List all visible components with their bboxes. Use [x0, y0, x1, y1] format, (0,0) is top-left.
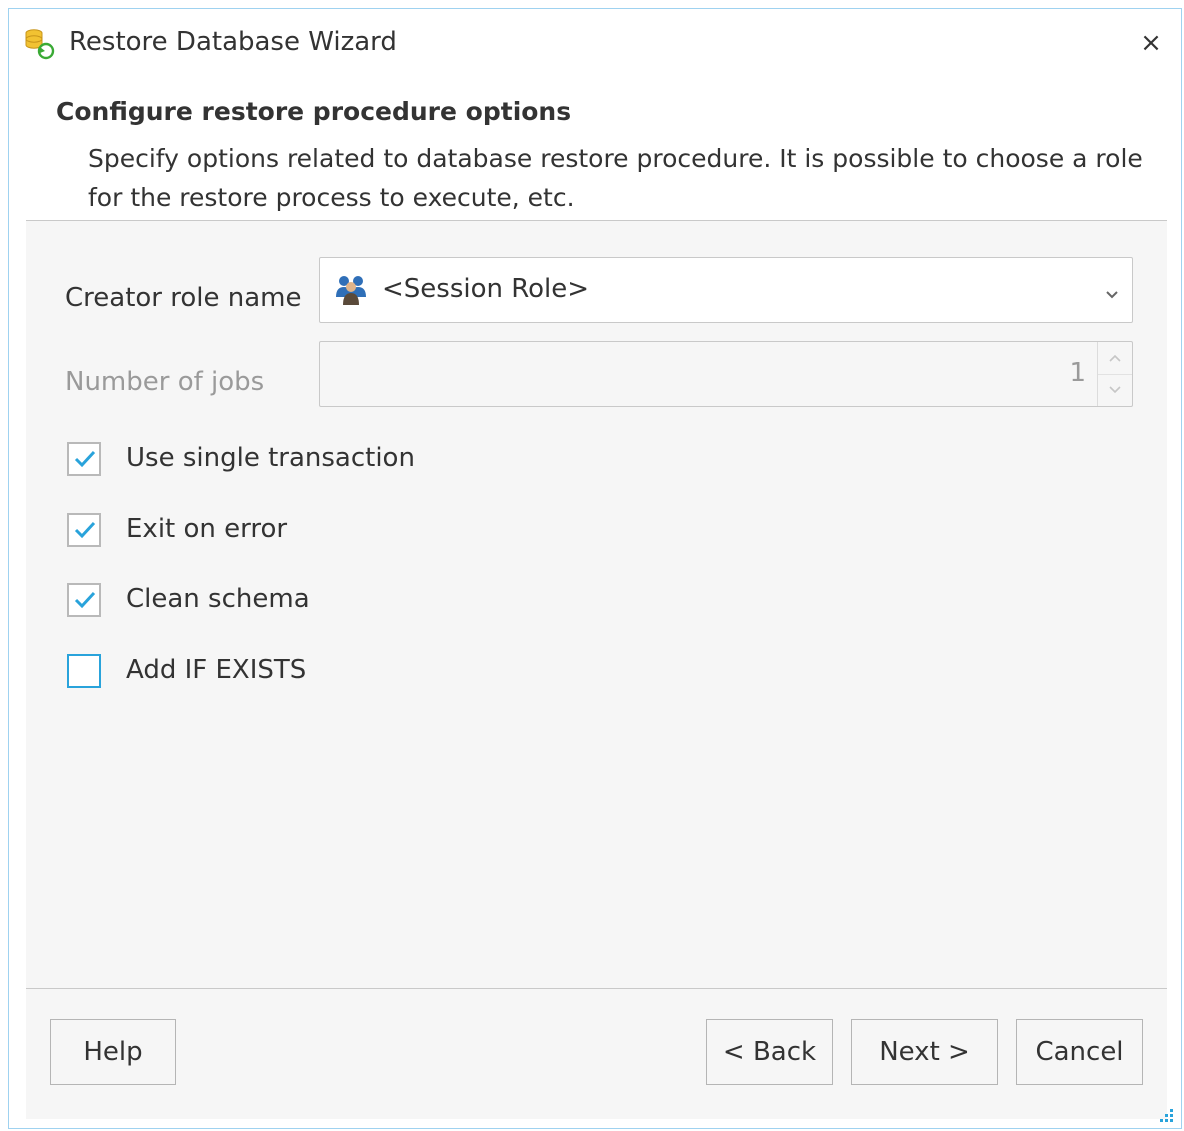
cancel-button[interactable]: Cancel: [1016, 1019, 1143, 1085]
next-button[interactable]: Next >: [851, 1019, 998, 1085]
options-panel: Creator role name <Session Role> Number …: [26, 221, 1167, 1119]
checkbox-box[interactable]: [67, 442, 101, 476]
back-button[interactable]: < Back: [706, 1019, 833, 1085]
checkmark-icon: [74, 450, 96, 468]
title-bar: Restore Database Wizard ×: [9, 9, 1181, 81]
checkbox-box[interactable]: [67, 583, 101, 617]
number-of-jobs-label: Number of jobs: [65, 367, 265, 397]
creator-role-combobox[interactable]: <Session Role>: [319, 257, 1133, 323]
number-of-jobs-value: 1: [1069, 358, 1086, 388]
exit-on-error-label: Exit on error: [126, 514, 288, 544]
page-heading: Configure restore procedure options: [56, 97, 572, 126]
checkmark-icon: [74, 521, 96, 539]
clean-schema-label: Clean schema: [126, 584, 310, 614]
page-description: Specify options related to database rest…: [88, 144, 1143, 212]
creator-role-label: Creator role name: [65, 283, 302, 313]
spinner-buttons: [1097, 342, 1132, 406]
resize-grip-icon[interactable]: [1155, 1104, 1175, 1124]
spin-down-icon[interactable]: [1098, 374, 1132, 406]
checkbox-box[interactable]: [67, 654, 101, 688]
number-of-jobs-spinner[interactable]: 1: [319, 341, 1133, 407]
window-title: Restore Database Wizard: [69, 27, 397, 57]
spin-up-icon[interactable]: [1098, 342, 1132, 375]
chevron-down-icon[interactable]: [1104, 285, 1120, 299]
group-users-icon: [334, 273, 368, 307]
database-restore-icon: [23, 27, 57, 61]
checkmark-icon: [74, 591, 96, 609]
footer-divider: [26, 988, 1167, 989]
checkbox-box[interactable]: [67, 513, 101, 547]
close-button[interactable]: ×: [1135, 27, 1167, 59]
creator-role-value: <Session Role>: [382, 274, 590, 304]
restore-database-wizard-window: Restore Database Wizard × Configure rest…: [8, 8, 1182, 1129]
help-button[interactable]: Help: [50, 1019, 176, 1085]
use-single-transaction-label: Use single transaction: [126, 443, 415, 473]
add-if-exists-label: Add IF EXISTS: [126, 655, 307, 685]
